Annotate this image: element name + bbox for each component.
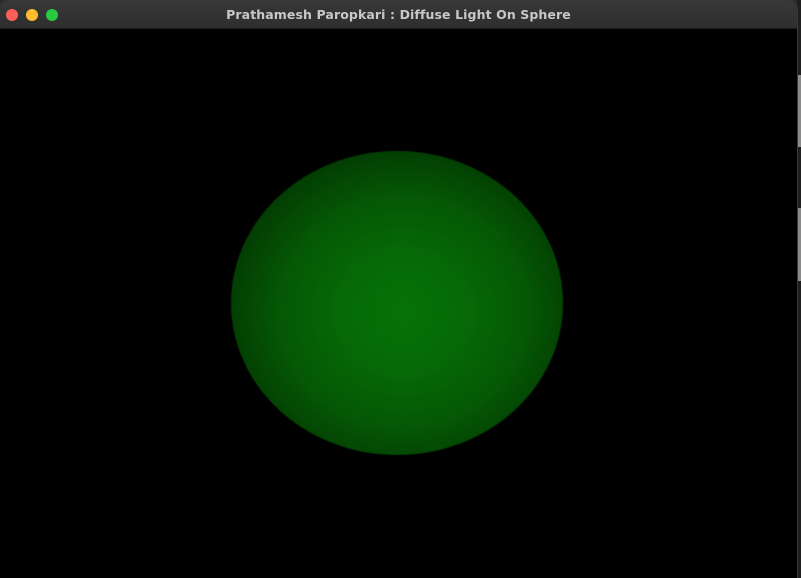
app-window: Prathamesh Paropkari : Diffuse Light On … (0, 0, 797, 578)
lit-sphere (231, 151, 563, 455)
title-bar[interactable]: Prathamesh Paropkari : Diffuse Light On … (0, 0, 797, 29)
window-title: Prathamesh Paropkari : Diffuse Light On … (226, 7, 571, 22)
opengl-viewport[interactable] (0, 29, 797, 578)
